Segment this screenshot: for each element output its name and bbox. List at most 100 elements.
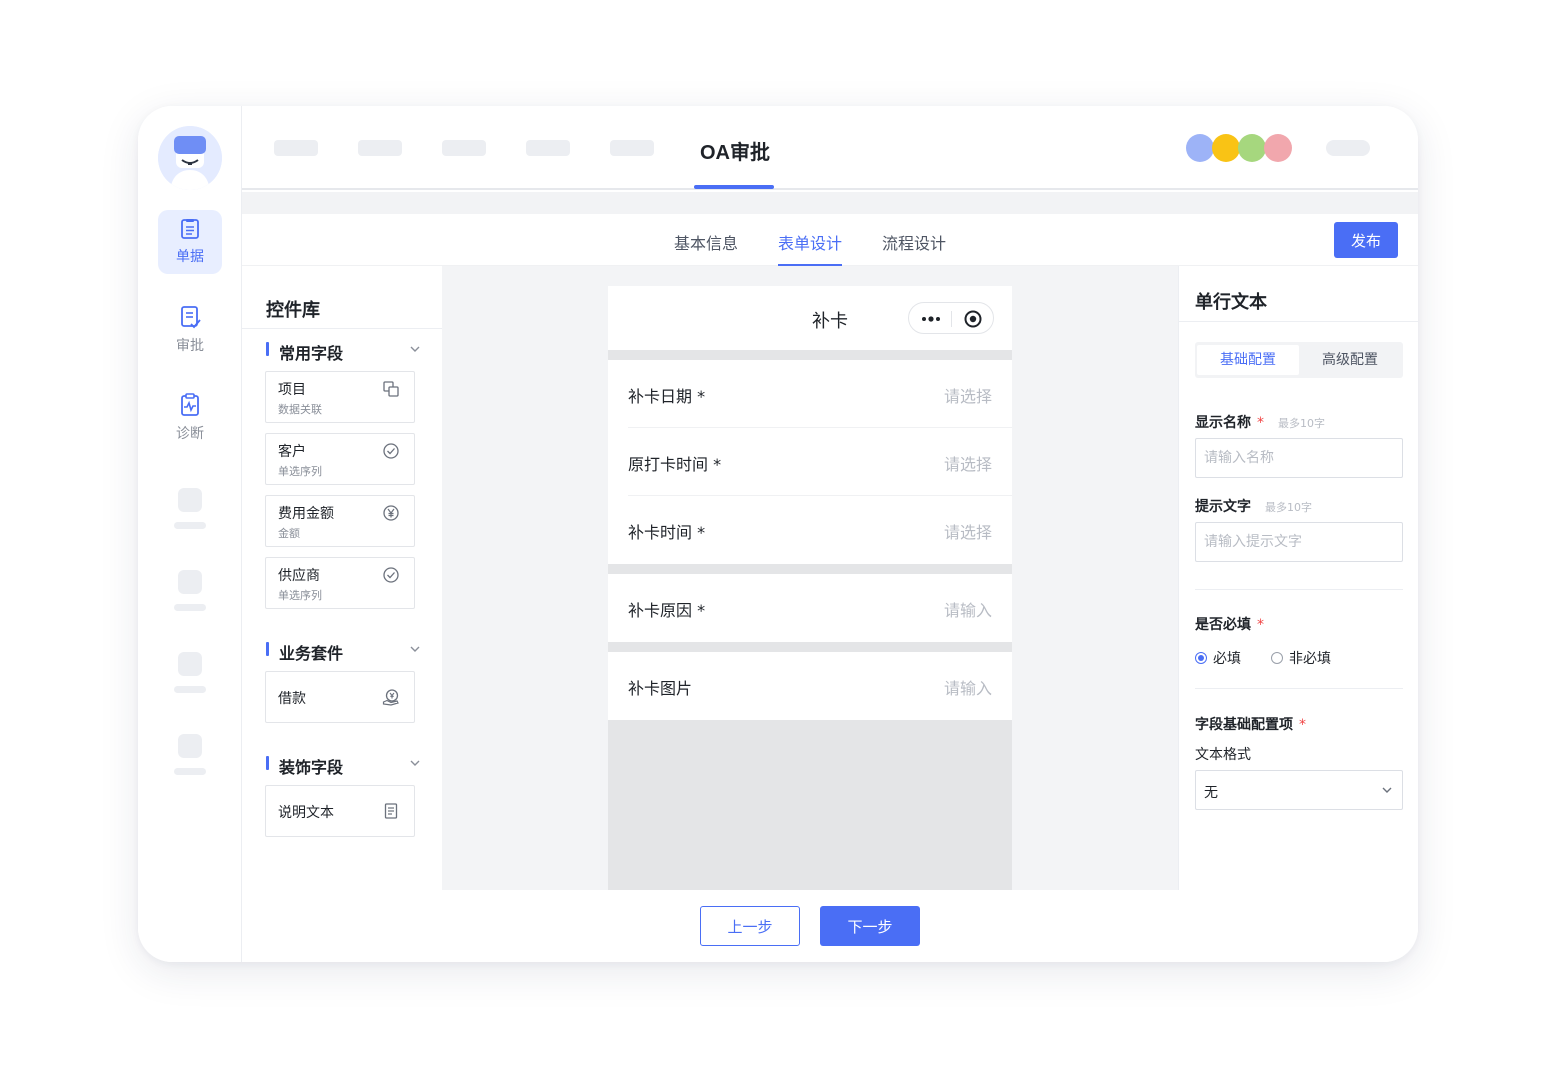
field-placeholder: 请输入 bbox=[943, 679, 992, 698]
required-mark: * bbox=[1257, 617, 1264, 633]
radio-optional[interactable]: 非必填 bbox=[1271, 648, 1331, 668]
user-avatar-dot[interactable] bbox=[1238, 134, 1266, 162]
component-card-supplier[interactable]: 供应商 单选序列 bbox=[265, 557, 415, 609]
component-title: 项目 bbox=[278, 382, 306, 398]
field-placeholder: 请选择 bbox=[943, 523, 992, 542]
tab-basic-info[interactable]: 基本信息 bbox=[674, 230, 738, 254]
group-marker bbox=[266, 342, 269, 356]
document-list-icon bbox=[181, 219, 199, 239]
avatar[interactable] bbox=[158, 126, 222, 190]
nav-placeholder[interactable] bbox=[442, 140, 486, 156]
segment-advanced-config[interactable]: 高级配置 bbox=[1299, 345, 1401, 375]
display-name-input[interactable] bbox=[1195, 438, 1403, 478]
component-library: 控件库 常用字段 项目 数据关联 客户 单选序列 费用金额 金额 供应商 单选序… bbox=[242, 266, 442, 890]
next-step-button[interactable]: 下一步 bbox=[820, 906, 920, 946]
field-placeholder: 请选择 bbox=[943, 455, 992, 474]
field-label: 补卡图片 bbox=[628, 679, 693, 698]
field-placeholder: 请输入 bbox=[943, 601, 992, 620]
rail-item-documents[interactable]: 单据 bbox=[158, 210, 222, 274]
label-text: 显示名称 bbox=[1195, 415, 1251, 431]
field-label: 原打卡时间 * bbox=[628, 455, 722, 474]
user-avatar-dot[interactable] bbox=[1264, 134, 1292, 162]
radio-required[interactable]: 必填 bbox=[1195, 648, 1241, 668]
library-title: 控件库 bbox=[266, 300, 320, 321]
design-canvas: 补卡 补卡日期 * 请选择 原打卡时间 * 请选择 补卡时间 * 请选择 补卡原… bbox=[442, 266, 1178, 890]
app-window: 单据 审批 诊断 OA审批 基本信息 表单设计 流程设计 发布 控件库 常用字段… bbox=[138, 106, 1418, 962]
publish-button[interactable]: 发布 bbox=[1334, 222, 1398, 258]
component-card-project[interactable]: 项目 数据关联 bbox=[265, 371, 415, 423]
group-title: 装饰字段 bbox=[279, 758, 344, 777]
form-preview: 补卡 补卡日期 * 请选择 原打卡时间 * 请选择 补卡时间 * 请选择 补卡原… bbox=[608, 286, 1012, 890]
label-text: 是否必填 bbox=[1195, 617, 1251, 633]
text-format-select[interactable]: 无 bbox=[1195, 770, 1403, 810]
hint-text-input[interactable] bbox=[1195, 522, 1403, 562]
rail-placeholder-label bbox=[174, 522, 206, 529]
component-subtitle: 单选序列 bbox=[278, 589, 322, 602]
group-header-decoration[interactable]: 装饰字段 bbox=[266, 754, 422, 777]
capsule-divider bbox=[951, 311, 952, 327]
tab-flow-design[interactable]: 流程设计 bbox=[882, 230, 946, 254]
header-separator-band bbox=[242, 192, 1418, 214]
active-nav-underline bbox=[694, 185, 774, 189]
rail-placeholder-label bbox=[174, 768, 206, 775]
group-header-business[interactable]: 业务套件 bbox=[266, 640, 422, 663]
label-text: 字段基础配置项 bbox=[1195, 717, 1293, 733]
group-header-common[interactable]: 常用字段 bbox=[266, 340, 422, 363]
component-card-loan[interactable]: 借款 bbox=[265, 671, 415, 723]
field-placeholder: 请选择 bbox=[943, 387, 992, 406]
group-marker bbox=[266, 642, 269, 656]
left-rail: 单据 审批 诊断 bbox=[138, 106, 242, 962]
form-field-row[interactable]: 原打卡时间 * 请选择 bbox=[608, 428, 1012, 496]
rail-placeholder-label bbox=[174, 604, 206, 611]
rail-item-approval[interactable]: 审批 bbox=[158, 298, 222, 362]
user-avatar-dot[interactable] bbox=[1212, 134, 1240, 162]
form-preview-header: 补卡 bbox=[608, 286, 1012, 350]
mini-program-capsule[interactable] bbox=[908, 302, 994, 334]
radio-checked-icon bbox=[1195, 652, 1207, 664]
approval-icon bbox=[181, 306, 201, 329]
close-target-icon[interactable] bbox=[963, 309, 983, 329]
segment-basic-config[interactable]: 基础配置 bbox=[1197, 345, 1299, 375]
component-title: 借款 bbox=[278, 691, 306, 707]
chevron-down-icon bbox=[410, 346, 420, 352]
field-label: 补卡日期 * bbox=[628, 387, 706, 406]
top-header: OA审批 bbox=[242, 106, 1418, 190]
component-card-amount[interactable]: 费用金额 金额 bbox=[265, 495, 415, 547]
hint-text-label: 提示文字 最多10字 bbox=[1195, 496, 1312, 516]
component-card-description[interactable]: 说明文本 bbox=[265, 785, 415, 837]
component-title: 说明文本 bbox=[278, 805, 334, 821]
user-avatar-dot[interactable] bbox=[1186, 134, 1214, 162]
nav-placeholder[interactable] bbox=[526, 140, 570, 156]
more-dots-icon[interactable] bbox=[921, 313, 941, 325]
app-title[interactable]: OA审批 bbox=[700, 136, 770, 165]
yuan-icon bbox=[383, 505, 399, 521]
divider bbox=[1195, 589, 1403, 590]
tab-form-design[interactable]: 表单设计 bbox=[778, 230, 842, 254]
nav-placeholder[interactable] bbox=[358, 140, 402, 156]
form-field-row[interactable]: 补卡原因 * 请输入 bbox=[608, 574, 1012, 642]
radio-label: 非必填 bbox=[1289, 651, 1331, 667]
display-name-label: 显示名称 * 最多10字 bbox=[1195, 412, 1325, 432]
rail-placeholder-icon bbox=[178, 570, 202, 594]
select-value: 无 bbox=[1204, 785, 1218, 801]
previous-step-button[interactable]: 上一步 bbox=[700, 906, 800, 946]
nav-placeholder[interactable] bbox=[610, 140, 654, 156]
config-title: 单行文本 bbox=[1195, 292, 1267, 313]
form-field-row[interactable]: 补卡图片 请输入 bbox=[608, 652, 1012, 720]
form-field-row[interactable]: 补卡日期 * 请选择 bbox=[608, 360, 1012, 428]
field-label: 补卡时间 * bbox=[628, 523, 706, 542]
component-card-customer[interactable]: 客户 单选序列 bbox=[265, 433, 415, 485]
form-field-row[interactable]: 补卡时间 * 请选择 bbox=[608, 496, 1012, 564]
component-title: 费用金额 bbox=[278, 506, 334, 522]
chevron-down-icon bbox=[1382, 787, 1392, 793]
component-title: 供应商 bbox=[278, 568, 320, 584]
required-mark: * bbox=[1299, 717, 1306, 733]
nav-placeholder[interactable] bbox=[274, 140, 318, 156]
rail-placeholder-icon bbox=[178, 488, 202, 512]
rail-placeholder-icon bbox=[178, 734, 202, 758]
text-format-label: 文本格式 bbox=[1195, 747, 1251, 763]
rail-item-diagnosis[interactable]: 诊断 bbox=[158, 386, 222, 450]
user-menu-placeholder[interactable] bbox=[1326, 140, 1370, 156]
loan-icon bbox=[382, 689, 399, 706]
required-label: 是否必填 * bbox=[1195, 614, 1264, 634]
